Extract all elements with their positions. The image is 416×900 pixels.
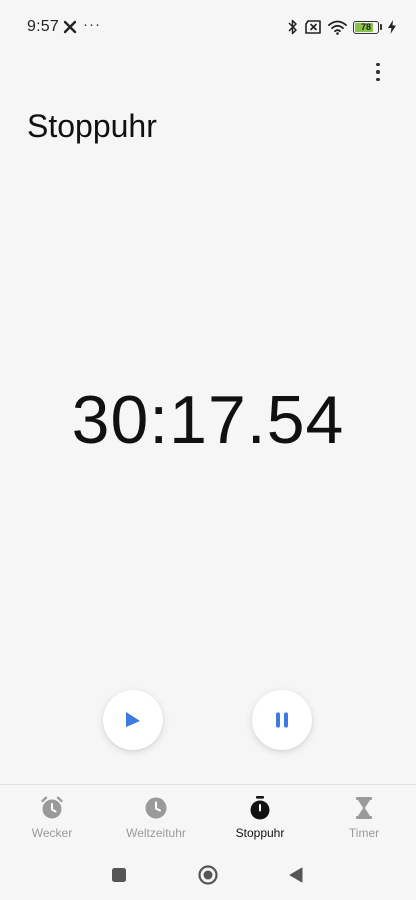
recents-button[interactable] (108, 864, 130, 886)
status-time: 9:57 (27, 18, 59, 35)
hourglass-icon (356, 797, 372, 819)
stopwatch-icon (250, 796, 270, 820)
page-title: Stoppuhr (27, 108, 157, 144)
nav-label-timer: Timer (348, 826, 380, 840)
nav-label-weltzeituhr: Weltzeituhr (126, 826, 186, 840)
clock-icon (145, 797, 167, 819)
sim-off-icon (305, 20, 321, 34)
status-bar: 9:57 ··· 78 (0, 0, 416, 54)
stopwatch-screen: 9:57 ··· 78 Stoppuhr 30:17.54 Wecker Wel… (0, 0, 416, 900)
wifi-icon (328, 20, 347, 35)
nav-item-wecker[interactable]: Wecker (0, 785, 104, 849)
bottom-navigation: Wecker Weltzeituhr Stoppuhr Timer (0, 784, 416, 849)
elapsed-time-display: 30:17.54 (71, 382, 345, 458)
flag-icon (126, 712, 140, 727)
home-button[interactable] (197, 864, 219, 886)
nav-label-wecker: Wecker (31, 826, 73, 840)
bluetooth-icon (288, 19, 297, 35)
nav-label-stoppuhr: Stoppuhr (235, 826, 285, 840)
alarm-clock-icon (41, 796, 63, 819)
x-app-icon (63, 20, 77, 34)
pause-button[interactable] (252, 690, 312, 750)
battery-icon: 78 (353, 20, 379, 34)
system-navigation-bar (0, 850, 416, 900)
battery-cap (380, 24, 382, 30)
back-button[interactable] (285, 864, 307, 886)
nav-item-stoppuhr[interactable]: Stoppuhr (208, 785, 312, 849)
circle-icon (198, 865, 218, 885)
nav-item-timer[interactable]: Timer (312, 785, 416, 849)
pause-icon (276, 712, 288, 728)
status-icons: 78 (288, 17, 396, 37)
charging-icon (388, 20, 396, 34)
more-notifications-icon: ··· (83, 16, 101, 33)
lap-button[interactable] (103, 690, 163, 750)
battery-level: 78 (360, 21, 371, 32)
more-vert-icon[interactable] (368, 60, 388, 84)
triangle-back-icon (289, 867, 303, 883)
nav-item-weltzeituhr[interactable]: Weltzeituhr (104, 785, 208, 849)
square-icon (112, 868, 126, 882)
